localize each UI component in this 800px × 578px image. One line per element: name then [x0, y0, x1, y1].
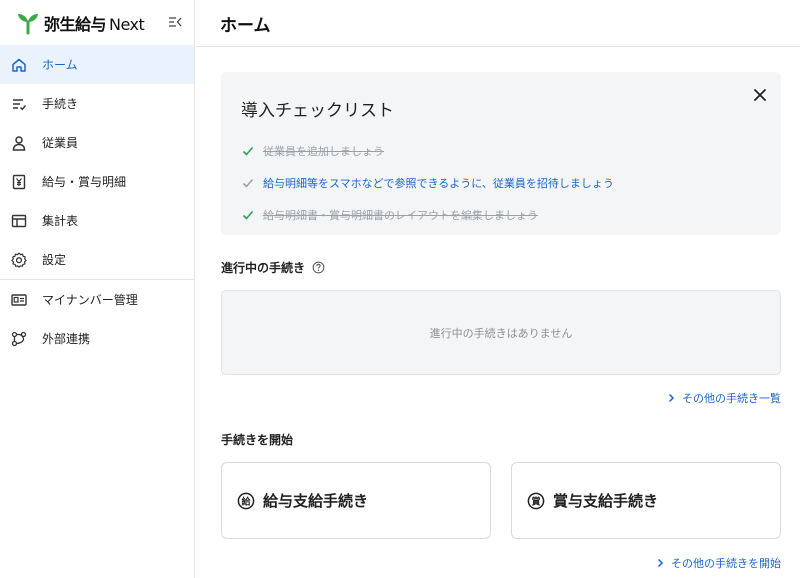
- checklist-item: 給与明細書・賞与明細書のレイアウトを編集しましょう: [241, 199, 781, 231]
- sidebar: 弥生給与 Next ホーム 手続き 従業員 給与・賞与明細 集計表 設定 マイナ…: [0, 0, 195, 578]
- chevron-right-icon: [668, 393, 675, 403]
- check-icon: [242, 178, 254, 188]
- more-procedures-link-label: その他の手続き一覧: [682, 392, 781, 405]
- bonus-procedure-label: 賞与支給手続き: [553, 492, 659, 510]
- page-header: ホーム: [196, 0, 800, 47]
- checklist-item[interactable]: 給与明細等をスマホなどで参照できるように、従業員を招待しましょう: [241, 167, 781, 199]
- sidebar-item-label: 給与・賞与明細: [42, 175, 127, 189]
- salary-icon: 給: [237, 492, 255, 509]
- person-icon: [10, 134, 28, 152]
- check-icon: [242, 146, 254, 156]
- bonus-procedure-card[interactable]: 賞 賞与支給手続き: [511, 462, 781, 539]
- salary-procedure-label: 給与支給手続き: [263, 492, 369, 510]
- sidebar-item-label: 設定: [42, 253, 67, 267]
- start-title: 手続きを開始: [221, 433, 294, 447]
- start-cards: 給 給与支給手続き 賞 賞与支給手続き: [221, 462, 781, 539]
- checklist-title: 導入チェックリスト: [241, 101, 394, 121]
- sidebar-item-label: 集計表: [42, 214, 79, 228]
- sidebar-item-label: 手続き: [42, 97, 79, 111]
- sidebar-item-integrations[interactable]: 外部連携: [0, 319, 194, 358]
- salary-procedure-card[interactable]: 給 給与支給手続き: [221, 462, 491, 539]
- checklist-item-text: 給与明細書・賞与明細書のレイアウトを編集しましょう: [263, 209, 538, 222]
- table-icon: [10, 212, 28, 230]
- yen-doc-icon: [10, 173, 28, 191]
- onboarding-checklist: 導入チェックリスト 従業員を追加しましょう 給与明細等をスマホなどで参照できるよ…: [221, 72, 781, 235]
- start-more-procedures-link-label: その他の手続きを開始: [671, 557, 781, 570]
- sidebar-item-label: 外部連携: [42, 332, 91, 346]
- brand: 弥生給与 Next: [0, 0, 194, 45]
- home-icon: [10, 56, 28, 74]
- brand-name-main: 弥生給与: [44, 14, 107, 34]
- checklist-item-link[interactable]: 給与明細等をスマホなどで参照できるように、従業員を招待しましょう: [263, 175, 614, 191]
- gear-icon: [10, 251, 28, 269]
- collapse-sidebar-icon[interactable]: [167, 14, 183, 30]
- sidebar-nav: ホーム 手続き 従業員 給与・賞与明細 集計表 設定 マイナンバー管理 外部連携: [0, 45, 194, 358]
- main-content: 導入チェックリスト 従業員を追加しましょう 給与明細等をスマホなどで参照できるよ…: [221, 72, 781, 571]
- bonus-icon: 賞: [527, 492, 545, 509]
- brand-name-suffix: Next: [109, 14, 145, 34]
- close-icon[interactable]: [751, 86, 769, 104]
- start-more-procedures-link[interactable]: その他の手続きを開始: [221, 555, 781, 571]
- sidebar-item-mynumber[interactable]: マイナンバー管理: [0, 280, 194, 319]
- sidebar-item-label: マイナンバー管理: [42, 293, 138, 307]
- link-nodes-icon: [10, 330, 28, 348]
- help-icon[interactable]: [312, 261, 325, 274]
- sidebar-item-employees[interactable]: 従業員: [0, 123, 194, 162]
- sidebar-item-label: ホーム: [42, 58, 78, 72]
- sidebar-item-procedures[interactable]: 手続き: [0, 84, 194, 123]
- page-title: ホーム: [220, 15, 271, 36]
- in-progress-heading: 進行中の手続き: [221, 259, 781, 276]
- svg-text:賞: 賞: [531, 495, 540, 507]
- sidebar-item-settings[interactable]: 設定: [0, 240, 194, 279]
- start-heading: 手続きを開始: [221, 431, 781, 448]
- sidebar-item-home[interactable]: ホーム: [0, 45, 194, 84]
- chevron-right-icon: [657, 558, 664, 568]
- in-progress-empty-state: 進行中の手続きはありません: [221, 290, 781, 375]
- yayoi-logo-icon: [18, 13, 38, 34]
- tasks-icon: [10, 95, 28, 113]
- brand-name: 弥生給与 Next: [44, 11, 145, 35]
- check-icon: [242, 210, 254, 220]
- sidebar-item-summary[interactable]: 集計表: [0, 201, 194, 240]
- in-progress-title: 進行中の手続き: [221, 261, 306, 275]
- sidebar-item-payslips[interactable]: 給与・賞与明細: [0, 162, 194, 201]
- svg-text:給: 給: [241, 495, 251, 507]
- checklist-item: 従業員を追加しましょう: [241, 135, 781, 167]
- more-procedures-link[interactable]: その他の手続き一覧: [221, 390, 781, 406]
- sidebar-item-label: 従業員: [42, 136, 79, 150]
- empty-state-text: 進行中の手続きはありません: [429, 326, 573, 340]
- id-card-icon: [10, 291, 28, 309]
- checklist-item-text: 従業員を追加しましょう: [263, 145, 384, 158]
